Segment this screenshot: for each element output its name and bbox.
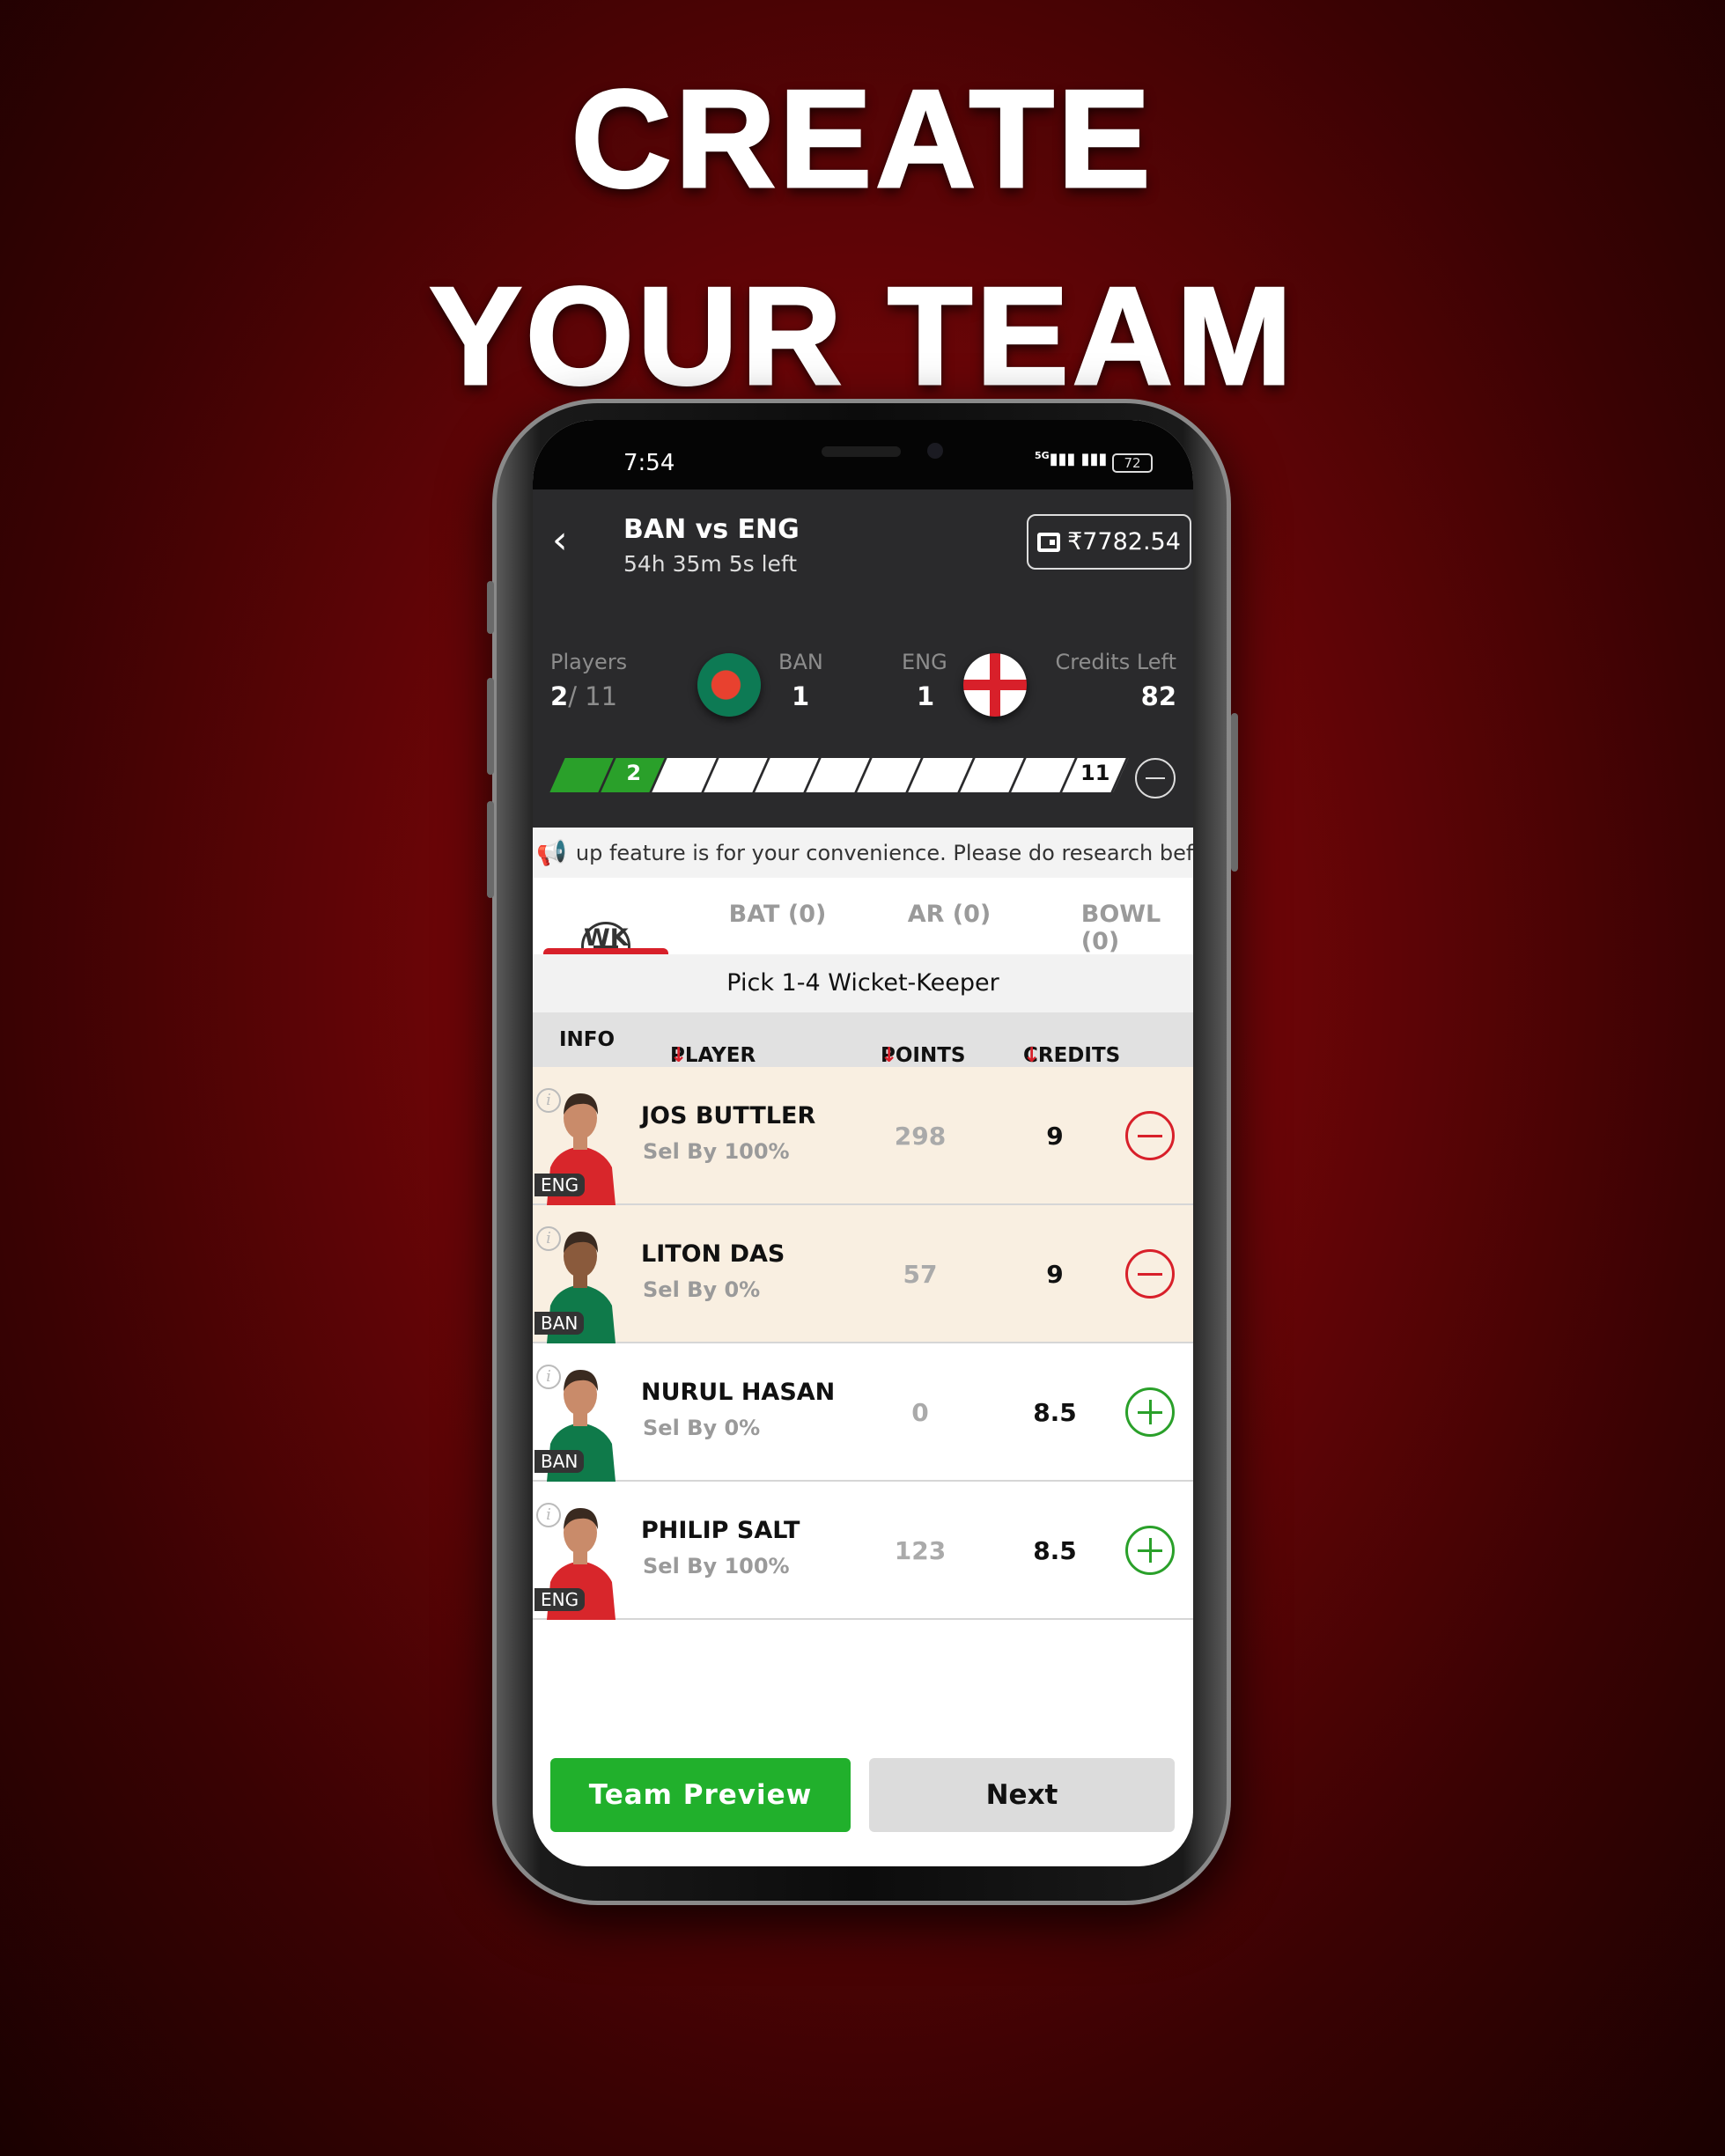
- headline-line-2: YOUR TEAM: [428, 258, 1296, 416]
- headline-line-1: CREATE: [570, 61, 1154, 218]
- time-left: 54h 35m 5s left: [623, 551, 798, 577]
- player-credits: 9: [1046, 1260, 1064, 1289]
- players-count: 2/ 11: [550, 681, 618, 711]
- progress-segment: 11: [1062, 758, 1129, 792]
- player-points: 0: [911, 1398, 929, 1427]
- player-credits: 8.5: [1033, 1536, 1077, 1565]
- signal-icon: 5G▮▮▮ ▮▮▮: [1035, 450, 1108, 468]
- eng-flag-icon: [963, 653, 1027, 717]
- team1-count: 1: [792, 681, 810, 711]
- ban-flag-icon: [697, 653, 761, 717]
- status-time: 7:54: [623, 450, 675, 476]
- selected-by: Sel By 100%: [643, 1554, 790, 1578]
- phone-side-button: [487, 581, 494, 634]
- team-badge: ENG: [534, 1588, 586, 1611]
- clear-team-icon[interactable]: [1135, 758, 1176, 798]
- remove-player-icon[interactable]: [1125, 1111, 1175, 1160]
- sort-arrow-icon: ↓: [881, 1044, 898, 1067]
- player-row[interactable]: i BAN LITON DAS Sel By 0% 57 9: [533, 1205, 1193, 1343]
- team-badge: ENG: [534, 1174, 586, 1196]
- player-row[interactable]: i BAN NURUL HASAN Sel By 0% 0 8.5: [533, 1343, 1193, 1482]
- player-points: 57: [903, 1260, 938, 1289]
- info-icon[interactable]: i: [536, 1365, 561, 1389]
- active-tab-indicator: [543, 948, 668, 954]
- status-bar: 7:54 5G▮▮▮ ▮▮▮ 72: [533, 420, 1193, 489]
- notice-banner: 📢 up feature is for your convenience. Pl…: [533, 828, 1193, 878]
- remove-player-icon[interactable]: [1125, 1249, 1175, 1299]
- player-name: LITON DAS: [641, 1240, 785, 1268]
- credits-left: 82: [1140, 681, 1176, 711]
- wallet-balance: ₹7782.54: [1067, 528, 1181, 556]
- player-credits: 8.5: [1033, 1398, 1077, 1427]
- team-badge: BAN: [534, 1450, 585, 1473]
- player-credits: 9: [1046, 1122, 1064, 1151]
- info-icon[interactable]: i: [536, 1088, 561, 1113]
- sort-arrow-icon: ↓: [670, 1044, 688, 1067]
- player-name: PHILIP SALT: [641, 1517, 800, 1544]
- phone-side-button: [487, 678, 494, 775]
- players-label: Players: [550, 650, 628, 674]
- sort-arrow-icon: ↓: [1023, 1044, 1041, 1067]
- info-icon[interactable]: i: [536, 1503, 561, 1527]
- match-title: BAN vs ENG: [623, 514, 800, 545]
- info-icon[interactable]: i: [536, 1226, 561, 1251]
- add-player-icon[interactable]: [1125, 1526, 1175, 1575]
- tab-ar[interactable]: AR (0): [908, 901, 992, 928]
- add-player-icon[interactable]: [1125, 1387, 1175, 1437]
- battery-icon: 72: [1112, 453, 1153, 473]
- player-points: 298: [894, 1122, 947, 1151]
- megaphone-icon: 📢: [536, 838, 567, 867]
- back-arrow-icon[interactable]: ‹: [552, 521, 587, 563]
- app-screen: 7:54 5G▮▮▮ ▮▮▮ 72 ‹ BAN vs ENG 54h 35m 5…: [533, 420, 1193, 1866]
- role-tabs: WK (2) BAT (0) AR (0) BOWL (0): [533, 878, 1193, 979]
- wallet-icon: [1037, 532, 1061, 552]
- col-info: INFO: [559, 1028, 616, 1051]
- wallet-button[interactable]: ₹7782.54: [1027, 514, 1191, 570]
- pick-instruction: Pick 1-4 Wicket-Keeper: [533, 954, 1193, 1012]
- phone-side-button: [487, 801, 494, 898]
- player-name: NURUL HASAN: [641, 1379, 836, 1406]
- player-points: 123: [894, 1536, 947, 1565]
- credits-label: Credits Left: [1055, 650, 1176, 674]
- player-name: JOS BUTTLER: [641, 1102, 816, 1130]
- team-preview-button[interactable]: Team Preview: [550, 1758, 851, 1832]
- team-badge: BAN: [534, 1312, 585, 1335]
- team2-count: 1: [917, 681, 935, 711]
- selected-by: Sel By 100%: [643, 1139, 790, 1164]
- tab-bowl[interactable]: BOWL (0): [1081, 901, 1161, 955]
- selected-by: Sel By 0%: [643, 1416, 761, 1440]
- column-header: INFO PLAYER ↓ POINTS ↓ CREDITS ↓: [533, 1012, 1193, 1067]
- tab-bat[interactable]: BAT (0): [729, 901, 827, 928]
- phone-power-button: [1231, 713, 1238, 872]
- player-row[interactable]: i ENG JOS BUTTLER Sel By 100% 298 9: [533, 1067, 1193, 1205]
- camera: [927, 443, 943, 459]
- team2-label: ENG: [902, 650, 947, 674]
- next-button[interactable]: Next: [869, 1758, 1175, 1832]
- selection-progress-bar: 2 11: [549, 758, 1129, 792]
- selected-by: Sel By 0%: [643, 1277, 761, 1302]
- team1-label: BAN: [778, 650, 823, 674]
- notice-text: up feature is for your convenience. Plea…: [575, 840, 1193, 865]
- match-header: ‹ BAN vs ENG 54h 35m 5s left ₹7782.54 Pl…: [533, 489, 1193, 828]
- player-row[interactable]: i ENG PHILIP SALT Sel By 100% 123 8.5: [533, 1482, 1193, 1620]
- speaker: [822, 446, 901, 457]
